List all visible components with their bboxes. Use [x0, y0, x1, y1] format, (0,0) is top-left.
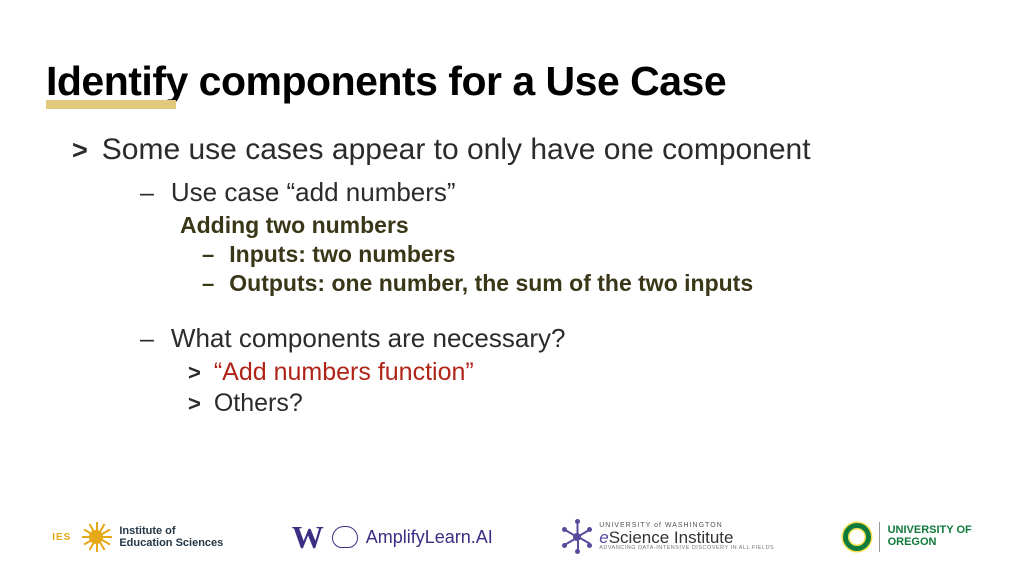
ies-logo: IES Institute of Education Sciences: [52, 522, 223, 552]
footer-logos: IES Institute of Education Sciences W Am…: [0, 510, 1024, 564]
dash-icon: –: [140, 325, 154, 354]
chevron-icon: >: [72, 135, 88, 166]
amplify-logo: W AmplifyLearn.AI: [292, 519, 493, 556]
uo-line2: OREGON: [888, 537, 972, 549]
answer2-text: Others?: [214, 389, 303, 418]
inputs-text: Inputs: two numbers: [229, 241, 455, 268]
chevron-icon: >: [188, 391, 201, 417]
slide-title: Identify components for a Use Case: [46, 58, 726, 105]
content-area: > Some use cases appear to only have one…: [46, 133, 978, 418]
outputs-text: Outputs: one number, the sum of the two …: [229, 270, 753, 297]
divider: [879, 522, 880, 552]
sun-icon: [81, 522, 111, 552]
uo-text: UNIVERSITY OF OREGON: [888, 525, 972, 548]
ies-line1: Institute of: [119, 525, 223, 537]
network-icon: [561, 521, 593, 553]
answer-item-1: > “Add numbers function”: [188, 358, 978, 387]
chevron-icon: >: [188, 360, 201, 386]
sub-item-text: Use case “add numbers”: [171, 177, 456, 208]
ies-text: Institute of Education Sciences: [119, 525, 223, 549]
dash-icon: –: [140, 179, 154, 208]
question-text: What components are necessary?: [171, 323, 566, 354]
answer1-text: “Add numbers function”: [214, 358, 474, 387]
sub-list-1: – Use case “add numbers” Adding two numb…: [140, 177, 978, 418]
sub-list-2: Adding two numbers – Inputs: two numbers…: [180, 212, 978, 297]
esci-bot: ADVANCING DATA-INTENSIVE DISCOVERY IN AL…: [599, 546, 774, 552]
title-underline-accent: [46, 100, 176, 109]
detail-inputs: – Inputs: two numbers: [202, 241, 978, 268]
esci-mid: eScience Institute: [599, 529, 774, 546]
ies-line2: Education Sciences: [119, 537, 223, 549]
sub-item-question: – What components are necessary?: [140, 323, 978, 354]
sub-item-usecase: – Use case “add numbers”: [140, 177, 978, 208]
title-text: Identify components for a Use Case: [46, 58, 726, 104]
w-icon: W: [292, 519, 324, 556]
main-bullet: > Some use cases appear to only have one…: [72, 133, 978, 167]
detail-title: Adding two numbers: [180, 212, 978, 239]
ies-label: IES: [52, 532, 71, 543]
oregon-o-icon: [843, 523, 871, 551]
spacer: [140, 299, 978, 323]
dash-icon: –: [202, 271, 214, 297]
answer-item-2: > Others?: [188, 389, 978, 418]
escience-text: UNIVERSITY of WASHINGTON eScience Instit…: [599, 522, 774, 552]
brain-icon: [332, 526, 358, 548]
sub-list-3: > “Add numbers function” > Others?: [188, 358, 978, 418]
uoregon-logo: UNIVERSITY OF OREGON: [843, 522, 972, 552]
slide-body: Identify components for a Use Case > Som…: [0, 0, 1024, 418]
escience-logo: UNIVERSITY of WASHINGTON eScience Instit…: [561, 521, 774, 553]
dash-icon: –: [202, 242, 214, 268]
main-bullet-text: Some use cases appear to only have one c…: [102, 133, 811, 167]
detail-outputs: – Outputs: one number, the sum of the tw…: [202, 270, 978, 297]
amplify-text: AmplifyLearn.AI: [366, 527, 493, 548]
